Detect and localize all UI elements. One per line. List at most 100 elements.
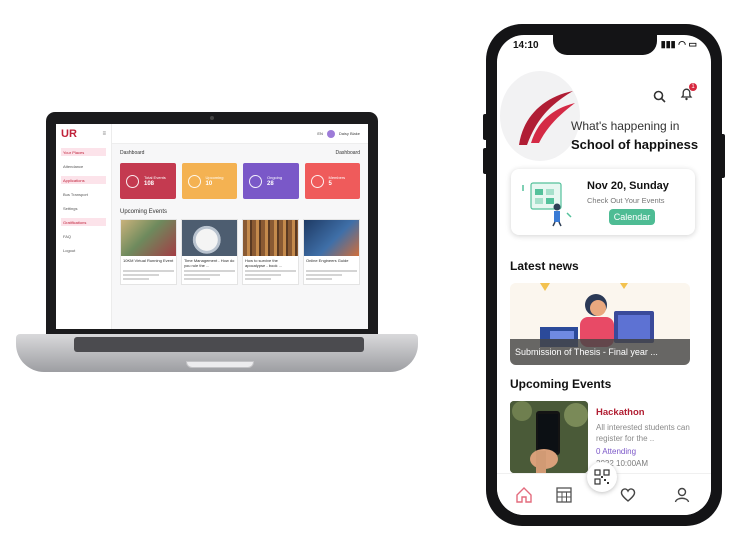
- event-image-running: [121, 220, 176, 256]
- laptop-content: Dashboard Dashboard Total Events 108 Upco…: [112, 144, 368, 291]
- meta-line: [184, 270, 235, 272]
- event-meta: [121, 268, 176, 284]
- laptop-notch: [186, 361, 254, 368]
- event-meta: [182, 268, 237, 284]
- qr-code-icon: [594, 469, 610, 485]
- stat-label: Ongoing: [267, 175, 283, 180]
- stat-cards: Total Events 108 Upcoming 10 Ongoing 28 Mem…: [120, 163, 360, 199]
- breadcrumb[interactable]: Dashboard: [336, 150, 360, 156]
- profile-icon[interactable]: [673, 486, 691, 504]
- calendar-subtitle: Check Out Your Events: [587, 196, 665, 205]
- user-icon: [126, 174, 139, 188]
- event-image-code: [304, 220, 359, 256]
- stat-value: 5: [328, 181, 332, 187]
- calendar-button[interactable]: Calendar: [609, 209, 655, 225]
- group-icon: [187, 174, 201, 188]
- laptop-main: EN Daisy Blake Dashboard Dashboard Total…: [112, 124, 368, 329]
- sidebar-item-logout[interactable]: Logout: [61, 246, 106, 254]
- event-meta: [304, 268, 359, 284]
- event-name: Hackathon: [596, 407, 645, 418]
- sidebar-item-applications[interactable]: Applications: [61, 176, 106, 184]
- phone-volume-button: [483, 148, 486, 174]
- news-card[interactable]: Submission of Thesis - Final year ...: [510, 283, 690, 365]
- top-actions: 1: [653, 83, 697, 106]
- meta-line: [245, 270, 296, 272]
- language-selector[interactable]: EN: [317, 131, 323, 136]
- search-icon[interactable]: [653, 90, 666, 103]
- meta-line: [123, 274, 159, 276]
- stat-label: Members: [328, 175, 346, 180]
- meta-line: [245, 274, 281, 276]
- sidebar-item-faq[interactable]: FAQ: [61, 232, 106, 240]
- sidebar-item-gratifications[interactable]: Gratifications: [61, 218, 106, 226]
- meta-line: [306, 270, 357, 272]
- heart-icon[interactable]: [619, 486, 637, 504]
- sidebar-item-label: Bus Transport: [63, 191, 88, 197]
- sidebar-item-your-places[interactable]: Your Places: [61, 148, 106, 156]
- stat-card-upcoming[interactable]: Upcoming 10: [181, 163, 237, 199]
- event-image-library: [243, 220, 298, 256]
- people-icon: [310, 174, 324, 188]
- stat-card-total-events[interactable]: Total Events 108: [120, 163, 176, 199]
- notification-badge: 1: [689, 83, 697, 91]
- dashboard-header: Dashboard Dashboard: [120, 150, 360, 156]
- calendar-icon[interactable]: [555, 486, 573, 504]
- event-title: How to survive the apocalypse - book ...: [245, 258, 282, 268]
- meta-line: [306, 278, 332, 280]
- meta-line: [123, 270, 174, 272]
- stat-value: 108: [144, 181, 155, 187]
- sidebar-item-label: Settings: [63, 205, 78, 211]
- home-icon[interactable]: [515, 486, 533, 504]
- sidebar-item-bus-transport[interactable]: Bus Transport: [61, 190, 106, 198]
- notification-button[interactable]: 1: [680, 83, 697, 106]
- laptop-device: UR ≡ Your Places Attendance Applications…: [46, 112, 378, 336]
- event-card[interactable]: Online Engineers Guide: [303, 219, 360, 285]
- event-card[interactable]: How to survive the apocalypse - book ...: [242, 219, 299, 285]
- event-description: All interested students can register for…: [596, 423, 690, 443]
- greeting-text: What's happening in: [571, 119, 680, 133]
- meta-line: [184, 278, 210, 280]
- phone-screen: 14:10 ▮▮▮ ◠ ▭ 1 What's happening in Scho…: [497, 35, 711, 515]
- app-logo: UR ≡: [61, 128, 106, 140]
- sidebar-item-label: Applications: [63, 177, 85, 183]
- event-title: Online Engineers Guide: [306, 258, 349, 263]
- event-card[interactable]: Time Management - How do you rule the ..…: [181, 219, 238, 285]
- phone-in-hand-icon: [510, 401, 588, 473]
- phone-power-button: [722, 134, 725, 178]
- meta-line: [306, 274, 342, 276]
- stat-card-members[interactable]: Members 5: [304, 163, 360, 199]
- sidebar-item-attendance[interactable]: Attendance: [61, 162, 106, 170]
- status-time: 14:10: [513, 40, 539, 51]
- avatar[interactable]: [326, 129, 335, 138]
- event-title: Time Management - How do you rule the ..…: [184, 258, 235, 268]
- phone-volume-button: [483, 114, 486, 140]
- laptop-sidebar: UR ≡ Your Places Attendance Applications…: [56, 124, 112, 329]
- meta-line: [184, 274, 220, 276]
- calendar-illustration-icon: [522, 182, 572, 227]
- meta-line: [123, 278, 149, 280]
- sidebar-item-settings[interactable]: Settings: [61, 204, 106, 212]
- event-grid: 10KM Virtual Running Event Time Manageme…: [120, 219, 360, 285]
- laptop-camera: [210, 116, 214, 120]
- stat-card-ongoing[interactable]: Ongoing 28: [243, 163, 299, 199]
- meta-line: [245, 278, 271, 280]
- stat-card-text: Ongoing 28: [267, 175, 282, 187]
- event-meta: [243, 268, 298, 284]
- logo-text: UR: [61, 128, 77, 140]
- menu-icon[interactable]: ≡: [102, 131, 106, 137]
- event-card[interactable]: 10KM Virtual Running Event: [120, 219, 177, 285]
- user-name[interactable]: Daisy Blake: [339, 131, 360, 136]
- event-image-clock: [182, 220, 237, 256]
- calendar-card[interactable]: Nov 20, Sunday Check Out Your Events Cal…: [511, 169, 695, 235]
- section-title-upcoming-events: Upcoming Events: [120, 209, 168, 215]
- bottom-nav: [497, 462, 711, 515]
- laptop-keyboard: [74, 337, 364, 352]
- phone-notch: [553, 35, 657, 55]
- stat-card-text: Total Events 108: [144, 175, 166, 187]
- news-caption: Submission of Thesis - Final year ...: [510, 339, 690, 365]
- qr-scan-button[interactable]: [587, 462, 617, 492]
- graduation-cap-icon: [249, 174, 262, 188]
- event-attending: 0 Attending: [596, 447, 637, 456]
- stat-value: 10: [205, 181, 213, 187]
- stat-label: Total Events: [144, 175, 166, 180]
